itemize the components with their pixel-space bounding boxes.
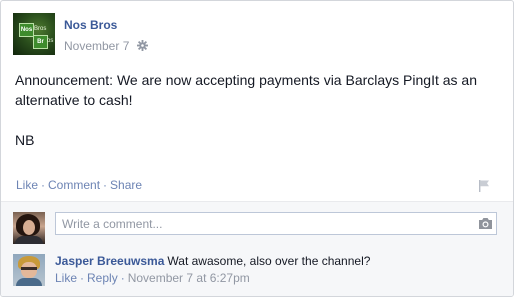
comment-input[interactable]: [55, 212, 497, 235]
comment-actions: Like · Reply · November 7 at 6:27pm: [55, 271, 250, 285]
page-avatar-tile: Nos: [19, 23, 34, 37]
post-actions: Like · Comment · Share: [16, 178, 142, 192]
avatar-face-shape: [21, 262, 37, 278]
page-avatar-text: os: [47, 38, 54, 44]
flag-icon[interactable]: [477, 179, 491, 193]
like-button[interactable]: Like: [16, 178, 38, 192]
post-body: Announcement: We are now accepting payme…: [15, 70, 503, 150]
comment-timestamp-link[interactable]: November 7 at 6:27pm: [128, 271, 250, 285]
gear-icon[interactable]: [137, 40, 148, 51]
page-avatar-text: Bros: [34, 26, 47, 32]
avatar-body-shape: [16, 278, 42, 286]
page-avatar[interactable]: Nos Bros Br os: [13, 13, 55, 55]
avatar-glasses-shape: [21, 267, 37, 270]
share-button[interactable]: Share: [110, 178, 142, 192]
avatar-face-shape: [23, 220, 35, 235]
commenter-avatar[interactable]: [13, 254, 45, 286]
post-date-link[interactable]: November 7: [64, 39, 129, 53]
commenter-name-link[interactable]: Jasper Breeuwsma: [55, 254, 164, 268]
current-user-avatar[interactable]: [13, 212, 45, 244]
camera-icon[interactable]: [478, 217, 493, 230]
comment: Jasper Breeuwsma Wat awasome, also over t…: [55, 254, 370, 268]
post-signature: NB: [15, 132, 35, 148]
post-text: Announcement: We are now accepting payme…: [15, 72, 477, 108]
page-avatar-tile: Br: [33, 35, 48, 49]
comment-like-button[interactable]: Like: [55, 271, 77, 285]
page-name-link[interactable]: Nos Bros: [64, 18, 117, 32]
separator-dot: ·: [103, 178, 108, 192]
separator-dot: ·: [80, 271, 85, 285]
avatar-body-shape: [15, 236, 43, 244]
separator-dot: ·: [120, 271, 125, 285]
comment-reply-button[interactable]: Reply: [87, 271, 118, 285]
separator-dot: ·: [41, 178, 46, 192]
post-card: Nos Bros Br os Nos Bros November 7 Annou…: [0, 0, 514, 297]
comment-button[interactable]: Comment: [48, 178, 100, 192]
comment-text: Wat awasome, also over the channel?: [167, 254, 371, 268]
